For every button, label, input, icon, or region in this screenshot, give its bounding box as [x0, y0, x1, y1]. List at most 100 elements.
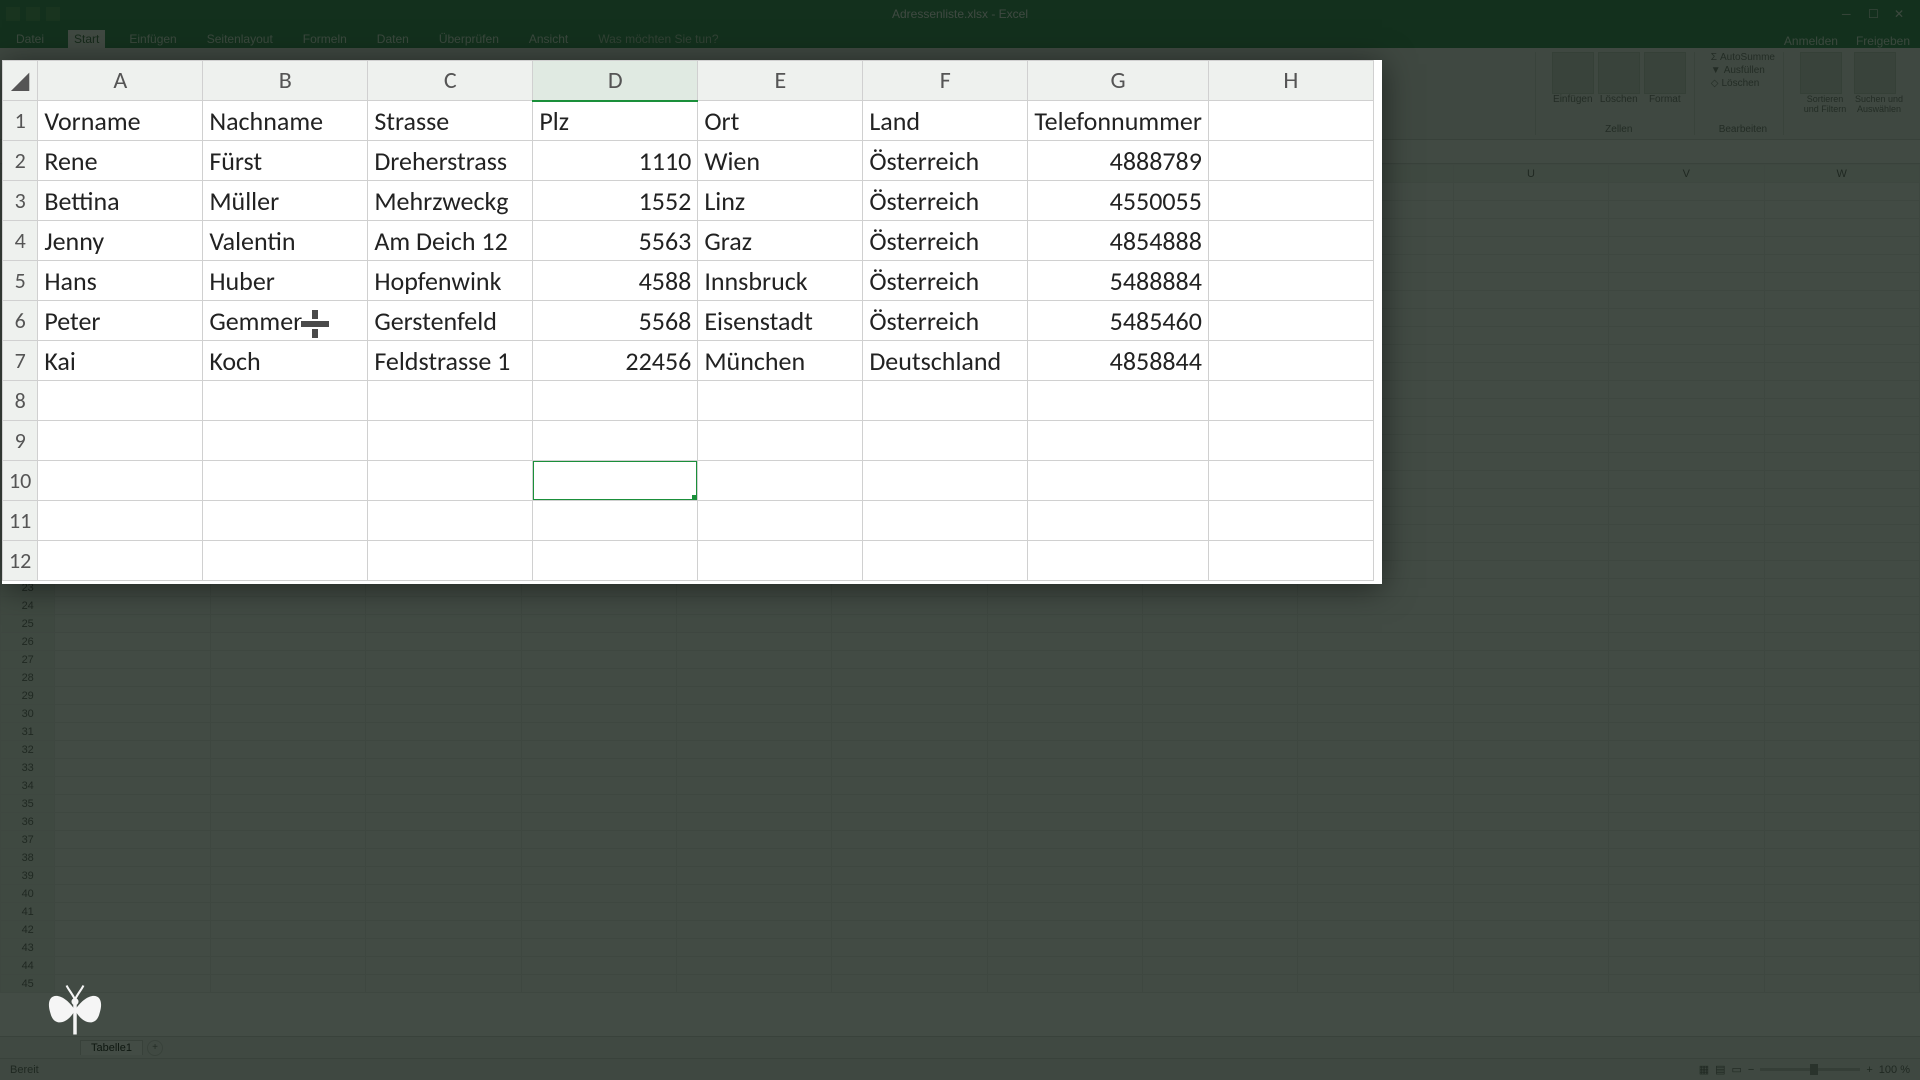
cell[interactable]	[55, 831, 210, 849]
cell[interactable]	[210, 597, 365, 615]
cell[interactable]	[832, 795, 987, 813]
cell[interactable]	[987, 957, 1142, 975]
row-header[interactable]: 3	[3, 181, 38, 221]
cell[interactable]	[676, 777, 831, 795]
row-header[interactable]: 2	[3, 141, 38, 181]
cell[interactable]	[210, 939, 365, 957]
cell[interactable]: 4854888	[1028, 221, 1209, 261]
row-header[interactable]: 6	[3, 301, 38, 341]
row-header[interactable]: 39	[1, 867, 55, 885]
cell[interactable]	[1609, 777, 1764, 795]
cell[interactable]	[1208, 381, 1373, 421]
cell[interactable]	[1609, 705, 1764, 723]
cell[interactable]	[1208, 541, 1373, 581]
cell[interactable]	[1609, 723, 1764, 741]
cell[interactable]	[1609, 561, 1764, 579]
cell[interactable]	[366, 741, 521, 759]
cell[interactable]	[1453, 327, 1608, 345]
cell[interactable]	[676, 615, 831, 633]
cell[interactable]	[203, 541, 368, 581]
cell[interactable]	[1764, 363, 1920, 381]
row-header[interactable]: 40	[1, 885, 55, 903]
cell[interactable]	[1028, 421, 1209, 461]
cell[interactable]	[55, 651, 210, 669]
cell[interactable]	[366, 975, 521, 993]
cell[interactable]	[987, 759, 1142, 777]
cell[interactable]: Mehrzweckg	[368, 181, 533, 221]
cell[interactable]	[1028, 461, 1209, 501]
row-header[interactable]: 34	[1, 777, 55, 795]
cell[interactable]	[832, 723, 987, 741]
cell[interactable]	[366, 903, 521, 921]
cell[interactable]	[1609, 885, 1764, 903]
cell[interactable]	[832, 903, 987, 921]
cell[interactable]	[210, 849, 365, 867]
cell[interactable]	[987, 705, 1142, 723]
cell[interactable]	[1764, 237, 1920, 255]
format-cells-icon[interactable]	[1644, 52, 1686, 94]
cell[interactable]	[1298, 597, 1453, 615]
cell[interactable]	[1453, 435, 1608, 453]
zoom-in-icon[interactable]: +	[1866, 1064, 1872, 1076]
save-icon[interactable]	[6, 7, 20, 21]
cell[interactable]	[1208, 421, 1373, 461]
cell[interactable]	[38, 421, 203, 461]
cell[interactable]	[1298, 903, 1453, 921]
cell[interactable]	[1764, 399, 1920, 417]
cell[interactable]	[1298, 705, 1453, 723]
cell[interactable]	[987, 741, 1142, 759]
cell[interactable]	[1609, 237, 1764, 255]
row-header[interactable]: 26	[1, 633, 55, 651]
cell[interactable]	[676, 903, 831, 921]
cell[interactable]	[1143, 777, 1298, 795]
cell[interactable]	[1298, 777, 1453, 795]
cell[interactable]	[676, 759, 831, 777]
cell[interactable]	[210, 615, 365, 633]
cell[interactable]: Huber	[203, 261, 368, 301]
cell[interactable]	[698, 541, 863, 581]
cell[interactable]	[521, 867, 676, 885]
cell[interactable]	[676, 939, 831, 957]
cell[interactable]: Eisenstadt	[698, 301, 863, 341]
cell[interactable]	[1609, 597, 1764, 615]
row-header[interactable]: 12	[3, 541, 38, 581]
cell[interactable]: Österreich	[863, 261, 1028, 301]
col-header[interactable]: V	[1609, 165, 1764, 183]
cell[interactable]	[1764, 435, 1920, 453]
cell[interactable]	[55, 795, 210, 813]
cell[interactable]	[863, 381, 1028, 421]
cell[interactable]	[366, 723, 521, 741]
cell[interactable]	[1453, 849, 1608, 867]
cell[interactable]	[1609, 795, 1764, 813]
view-layout-icon[interactable]: ▤	[1715, 1063, 1725, 1076]
cell[interactable]	[1453, 579, 1608, 597]
cell[interactable]	[676, 723, 831, 741]
cell[interactable]: Feldstrasse 1	[368, 341, 533, 381]
tab-layout[interactable]: Seitenlayout	[201, 30, 279, 48]
cell[interactable]	[1609, 489, 1764, 507]
cell[interactable]	[676, 669, 831, 687]
cell[interactable]	[1609, 633, 1764, 651]
cell[interactable]	[366, 615, 521, 633]
cell[interactable]	[1764, 471, 1920, 489]
row-header[interactable]: 31	[1, 723, 55, 741]
cell[interactable]	[1143, 705, 1298, 723]
row-header[interactable]: 4	[3, 221, 38, 261]
cell[interactable]	[1453, 687, 1608, 705]
col-header-G[interactable]: G	[1028, 61, 1209, 101]
cell[interactable]: Nachname	[203, 101, 368, 141]
share-button[interactable]: Freigeben	[1856, 34, 1910, 48]
tab-home[interactable]: Start	[68, 30, 105, 48]
cell[interactable]	[1609, 183, 1764, 201]
row-header[interactable]: 33	[1, 759, 55, 777]
cell[interactable]	[210, 741, 365, 759]
cell[interactable]: 22456	[533, 341, 698, 381]
row-header[interactable]: 35	[1, 795, 55, 813]
cell[interactable]	[55, 885, 210, 903]
cell[interactable]	[1764, 327, 1920, 345]
cell[interactable]	[1764, 183, 1920, 201]
col-header-C[interactable]: C	[368, 61, 533, 101]
cell[interactable]	[1298, 687, 1453, 705]
cell[interactable]	[1764, 885, 1920, 903]
cell[interactable]	[1143, 651, 1298, 669]
